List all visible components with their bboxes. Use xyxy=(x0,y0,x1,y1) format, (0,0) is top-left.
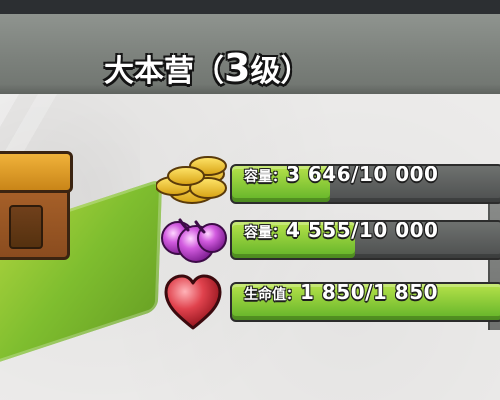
hitpoints-label: 生命值：1 850/1 850 xyxy=(244,282,439,306)
elixir-capacity-label: 容量：4 555/10 000 xyxy=(244,220,439,244)
page-title: 大本营（3级） xyxy=(104,46,311,90)
hitpoints-bar: 生命值：1 850/1 850 xyxy=(230,282,500,322)
elixir-capacity-bar: 容量：4 555/10 000 xyxy=(230,220,500,260)
town-hall-illustration xyxy=(0,150,180,376)
title-prefix: 大本营（ xyxy=(104,54,224,89)
top-strip xyxy=(0,0,500,14)
elixir-capacity-key: 容量： xyxy=(244,225,286,241)
town-hall-building xyxy=(0,151,73,260)
stat-row-hitpoints: 生命值：1 850/1 850 xyxy=(156,266,500,336)
title-suffix: 级） xyxy=(250,54,311,89)
stat-row-elixir: 容量：4 555/10 000 xyxy=(156,204,500,274)
gold-capacity-value: 3 646/10 000 xyxy=(286,164,439,186)
hitpoints-key: 生命值： xyxy=(244,287,300,303)
hitpoints-value: 1 850/1 850 xyxy=(300,282,439,304)
header-bar: 大本营（3级） xyxy=(0,14,500,94)
heart-icon xyxy=(156,266,230,336)
title-level: 3 xyxy=(224,46,251,90)
gold-capacity-bar: 容量：3 646/10 000 xyxy=(230,164,500,204)
upgrade-info-screen: { "header": { "title_prefix": "大本营（", "t… xyxy=(0,0,500,400)
town-hall-window xyxy=(9,205,43,249)
elixir-drops-icon xyxy=(156,204,230,274)
gold-capacity-key: 容量： xyxy=(244,169,286,185)
town-hall-roof xyxy=(0,151,73,193)
gold-capacity-label: 容量：3 646/10 000 xyxy=(244,164,439,188)
elixir-capacity-value: 4 555/10 000 xyxy=(286,220,439,242)
